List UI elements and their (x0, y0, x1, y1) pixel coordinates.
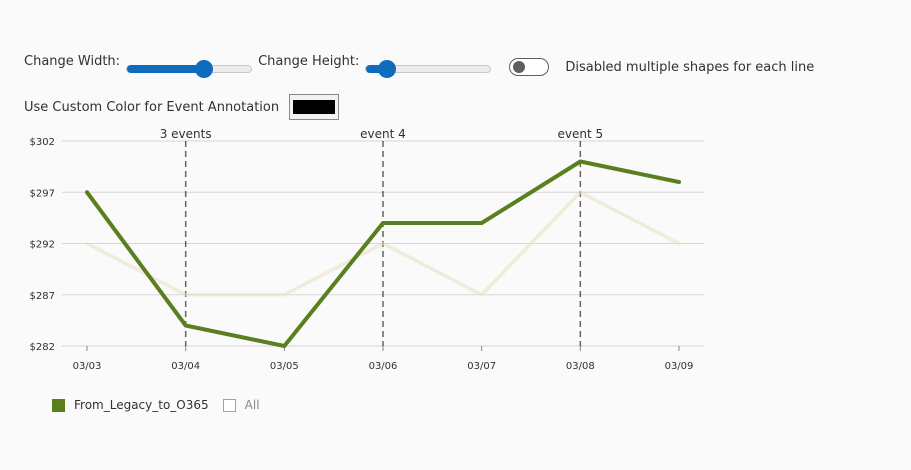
legend: From_Legacy_to_O365 All (52, 398, 274, 412)
legend-swatch (52, 398, 65, 412)
legend-item[interactable]: From_Legacy_to_O365 (52, 398, 209, 412)
legend-item[interactable]: All (222, 398, 260, 412)
legend-label: From_Legacy_to_O365 (74, 398, 209, 412)
x-tick-label: 03/08 (566, 361, 595, 372)
event-label: event 4 (360, 127, 406, 141)
legend-label: All (244, 398, 260, 412)
event-label: event 5 (558, 127, 604, 141)
x-tick-label: 03/09 (665, 361, 694, 372)
legend-swatch (222, 398, 236, 412)
event-label: 3 events (160, 127, 212, 141)
x-tick-label: 03/07 (467, 361, 496, 372)
y-tick-label: $287 (30, 291, 55, 302)
x-tick-label: 03/05 (270, 361, 299, 372)
y-tick-label: $297 (30, 188, 55, 199)
x-tick-label: 03/04 (171, 361, 200, 372)
x-tick-label: 03/03 (73, 361, 102, 372)
y-tick-label: $292 (30, 240, 55, 251)
y-tick-label: $302 (30, 137, 55, 148)
x-tick-label: 03/06 (369, 361, 398, 372)
y-tick-label: $282 (30, 342, 55, 353)
